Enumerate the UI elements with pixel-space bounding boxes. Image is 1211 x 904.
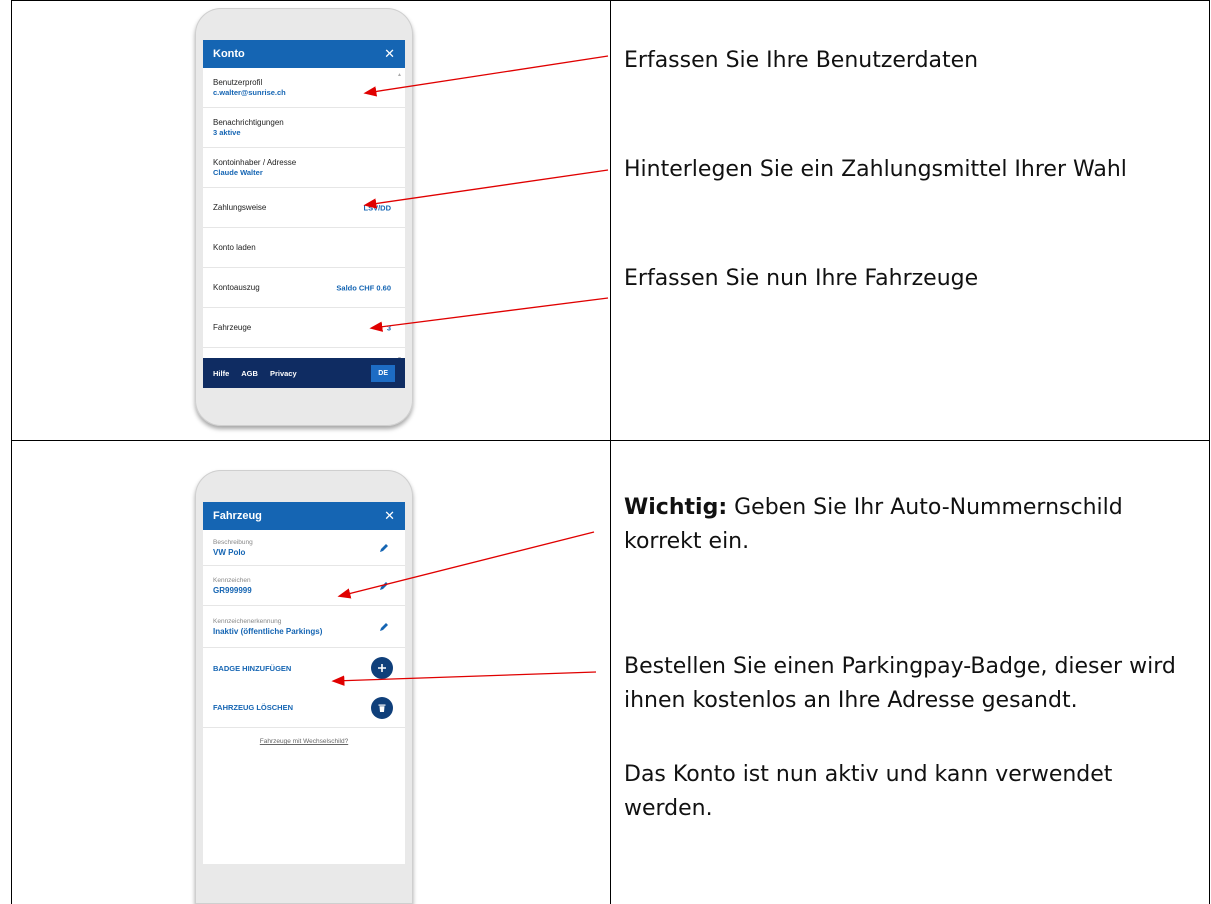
arrow-fahrzeuge [369, 297, 609, 332]
arrow-kennzeichen [337, 531, 595, 599]
arrow-benutzerprofil [363, 55, 609, 97]
arrow-badge [331, 671, 597, 686]
arrow-zahlungsweise [363, 169, 609, 209]
annotation-arrows [331, 55, 609, 686]
